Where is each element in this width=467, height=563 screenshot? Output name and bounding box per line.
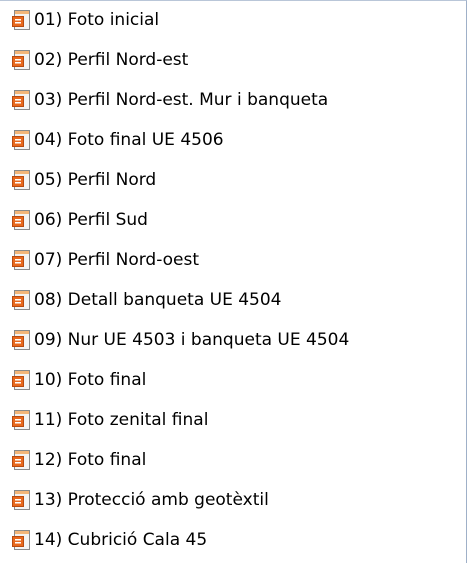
list-item[interactable]: 12) Foto final xyxy=(0,440,467,480)
file-label: 02) Perfil Nord-est xyxy=(34,50,189,70)
file-label: 04) Foto final UE 4506 xyxy=(34,130,224,150)
list-item[interactable]: 09) Nur UE 4503 i banqueta UE 4504 xyxy=(0,320,467,360)
file-label: 09) Nur UE 4503 i banqueta UE 4504 xyxy=(34,330,350,350)
file-label: 14) Cubrició Cala 45 xyxy=(34,530,208,550)
presentation-document-icon xyxy=(12,410,31,430)
list-item[interactable]: 05) Perfil Nord xyxy=(0,160,467,200)
file-label: 03) Perfil Nord-est. Mur i banqueta xyxy=(34,90,329,110)
presentation-document-icon xyxy=(12,90,31,110)
list-item[interactable]: 07) Perfil Nord-oest xyxy=(0,240,467,280)
presentation-document-icon xyxy=(12,330,31,350)
list-item[interactable]: 13) Protecció amb geotèxtil xyxy=(0,480,467,520)
list-item[interactable]: 01) Foto inicial xyxy=(0,0,467,40)
file-list: 01) Foto inicial 02) Perfil Nord-est 03)… xyxy=(0,0,467,560)
presentation-document-icon xyxy=(12,530,31,550)
list-item[interactable]: 06) Perfil Sud xyxy=(0,200,467,240)
file-label: 01) Foto inicial xyxy=(34,10,160,30)
file-label: 11) Foto zenital final xyxy=(34,410,209,430)
presentation-document-icon xyxy=(12,210,31,230)
presentation-document-icon xyxy=(12,290,31,310)
presentation-document-icon xyxy=(12,370,31,390)
presentation-document-icon xyxy=(12,450,31,470)
presentation-document-icon xyxy=(12,170,31,190)
file-label: 08) Detall banqueta UE 4504 xyxy=(34,290,282,310)
list-item[interactable]: 10) Foto final xyxy=(0,360,467,400)
presentation-document-icon xyxy=(12,10,31,30)
presentation-document-icon xyxy=(12,50,31,70)
list-item[interactable]: 04) Foto final UE 4506 xyxy=(0,120,467,160)
presentation-document-icon xyxy=(12,490,31,510)
file-label: 13) Protecció amb geotèxtil xyxy=(34,490,269,510)
list-item[interactable]: 03) Perfil Nord-est. Mur i banqueta xyxy=(0,80,467,120)
list-item[interactable]: 11) Foto zenital final xyxy=(0,400,467,440)
list-item[interactable]: 14) Cubrició Cala 45 xyxy=(0,520,467,560)
list-item[interactable]: 08) Detall banqueta UE 4504 xyxy=(0,280,467,320)
presentation-document-icon xyxy=(12,250,31,270)
file-label: 12) Foto final xyxy=(34,450,147,470)
file-label: 07) Perfil Nord-oest xyxy=(34,250,200,270)
presentation-document-icon xyxy=(12,130,31,150)
file-label: 05) Perfil Nord xyxy=(34,170,157,190)
list-item[interactable]: 02) Perfil Nord-est xyxy=(0,40,467,80)
file-label: 06) Perfil Sud xyxy=(34,210,148,230)
file-label: 10) Foto final xyxy=(34,370,147,390)
